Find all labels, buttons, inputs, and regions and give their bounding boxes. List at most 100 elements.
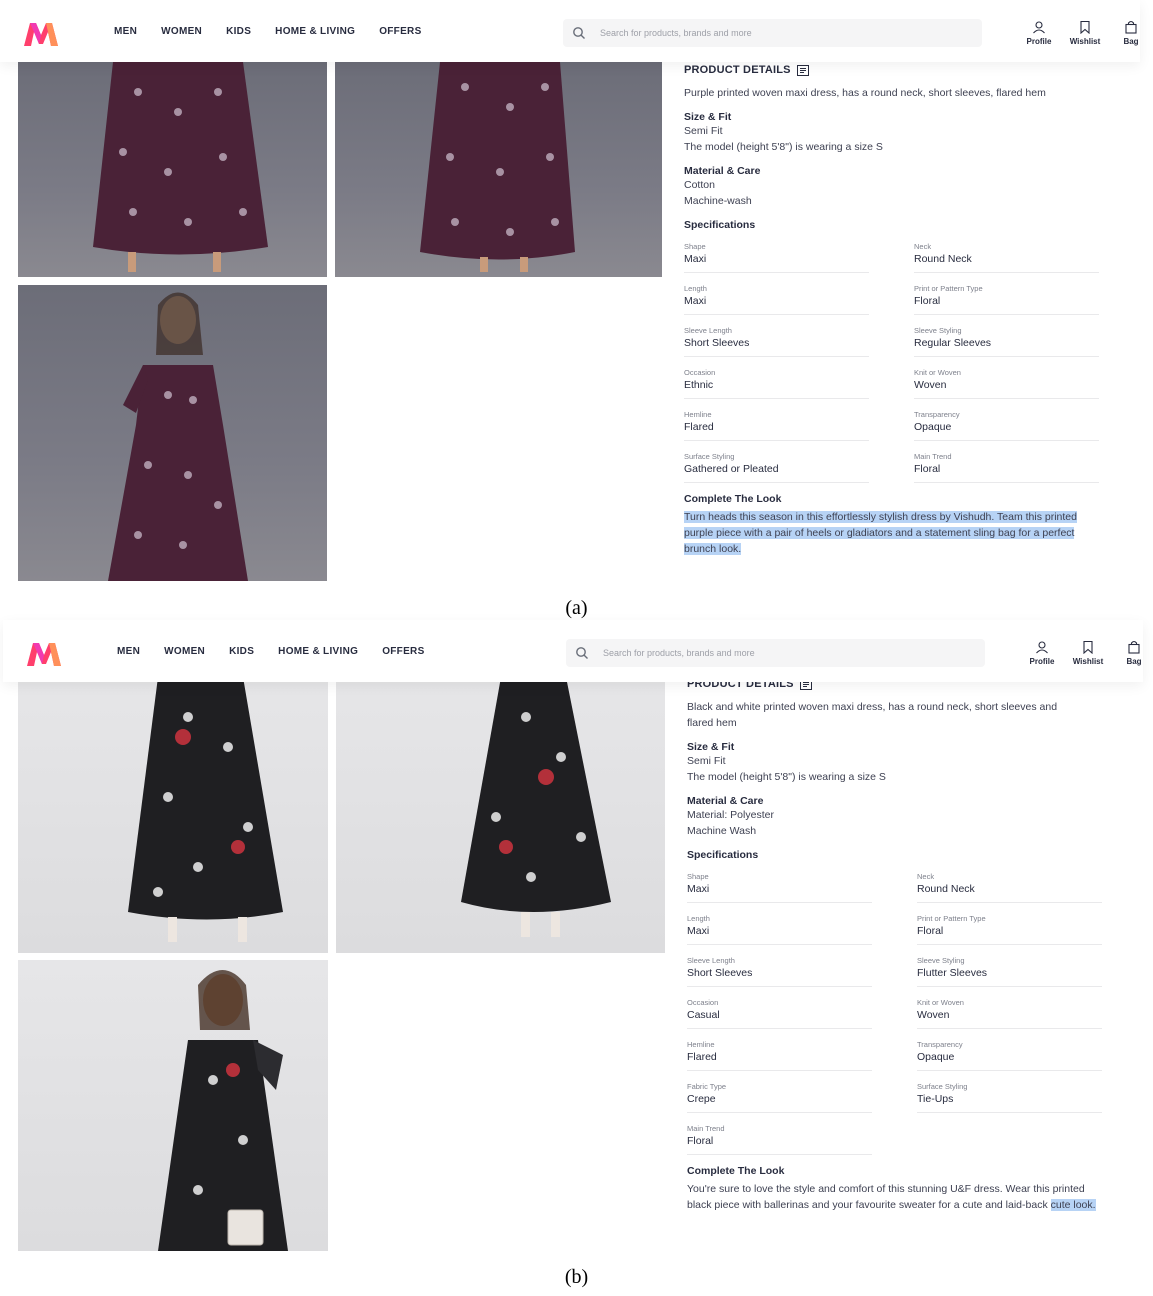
product-description: Purple printed woven maxi dress, has a r… [684,87,1046,99]
complete-look-text: Turn heads this season in this effortles… [684,509,1084,557]
spec-value: Tie-Ups [917,1093,954,1105]
spec-key: Shape [687,872,709,881]
nav-offers[interactable]: OFFERS [382,646,424,657]
material-care-title: Material & Care [684,165,761,177]
material-line-2: Machine Wash [687,825,757,837]
size-fit-line-1: Semi Fit [687,755,726,767]
spec-item: Sleeve Length Short Sleeves [687,953,872,987]
spec-item: Surface Styling Tie-Ups [917,1079,1102,1113]
spec-value: Opaque [914,421,952,433]
complete-look-highlighted: Turn heads this season in this effortles… [684,511,1077,555]
wishlist-button[interactable]: Wishlist [1065,640,1111,666]
spec-value: Round Neck [914,253,972,265]
spec-item: Main Trend Floral [914,449,1099,483]
nav-home-living[interactable]: HOME & LIVING [278,646,358,657]
myntra-logo[interactable] [25,640,63,668]
search-placeholder: Search for products, brands and more [600,28,752,38]
spec-value: Casual [687,1009,720,1021]
nav-men[interactable]: MEN [114,26,137,37]
spec-item: Surface Styling Gathered or Pleated [684,449,869,483]
spec-key: Neck [917,872,935,881]
spec-value: Short Sleeves [684,337,750,349]
wishlist-label: Wishlist [1072,657,1104,666]
spec-value: Flared [684,421,714,433]
screenshot-a: MEN WOMEN KIDS HOME & LIVING OFFERS Sear… [0,0,1153,630]
complete-look-text: You're sure to love the style and comfor… [687,1181,1097,1213]
material-line-1: Material: Polyester [687,809,774,821]
spec-value: Gathered or Pleated [684,463,779,475]
spec-item: Transparency Opaque [914,407,1099,441]
product-image-2[interactable] [336,677,665,953]
spec-key: Transparency [914,410,960,419]
product-image-3[interactable] [18,960,328,1251]
complete-look-title: Complete The Look [687,1165,785,1177]
header-actions: Profile Wishlist Bag [1019,640,1153,666]
spec-key: Occasion [687,998,719,1007]
nav-kids[interactable]: KIDS [229,646,254,657]
spec-value: Maxi [684,253,707,265]
spec-key: Length [687,914,710,923]
wishlist-button[interactable]: Wishlist [1062,20,1108,46]
profile-icon [1033,21,1045,34]
profile-icon [1036,641,1048,654]
nav-women[interactable]: WOMEN [161,26,202,37]
spec-value: Round Neck [917,883,975,895]
search-input[interactable]: Search for products, brands and more [566,639,985,667]
spec-item: Length Maxi [687,911,872,945]
spec-value: Floral [914,463,941,475]
spec-value: Floral [917,925,944,937]
material-line-1: Cotton [684,179,715,191]
complete-look-highlighted: cute look. [1050,1199,1096,1211]
product-image-3[interactable] [18,285,327,581]
nav-home-living[interactable]: HOME & LIVING [275,26,355,37]
dress-skirt-illustration [93,62,268,272]
size-fit-line-2: The model (height 5'8") is wearing a siz… [687,771,886,783]
product-details-panel: PRODUCT DETAILS Purple printed woven max… [684,64,1104,557]
bookmark-icon [1083,640,1093,654]
material-line-2: Machine-wash [684,195,752,207]
spec-item: Length Maxi [684,281,869,315]
product-image-1[interactable] [18,677,328,953]
main-nav: MEN WOMEN KIDS HOME & LIVING OFFERS [114,0,446,62]
spec-key: Hemline [684,410,712,419]
spec-item: Occasion Casual [687,995,872,1029]
bag-button[interactable]: Bag [1111,640,1153,666]
bag-label: Bag [1123,37,1139,46]
bag-label: Bag [1126,657,1142,666]
model-illustration [108,292,248,581]
spec-value: Flared [687,1051,717,1063]
spec-key: Surface Styling [684,452,735,461]
spec-item: Sleeve Styling Regular Sleeves [914,323,1099,357]
spec-item: Fabric Type Crepe [687,1079,872,1113]
product-image-1[interactable] [18,62,327,277]
spec-item: Shape Maxi [687,869,872,903]
spec-value: Maxi [684,295,707,307]
wishlist-label: Wishlist [1069,37,1101,46]
nav-kids[interactable]: KIDS [226,26,251,37]
profile-label: Profile [1026,37,1052,46]
caption-a: (a) [565,597,588,619]
spec-value: Floral [914,295,941,307]
bookmark-icon [1080,20,1090,34]
nav-men[interactable]: MEN [117,646,140,657]
spec-key: Main Trend [914,452,952,461]
spec-item: Shape Maxi [684,239,869,273]
specifications-title: Specifications [687,849,759,861]
bag-button[interactable]: Bag [1108,20,1153,46]
product-image-2[interactable] [335,62,662,277]
material-care-title: Material & Care [687,795,764,807]
bag-icon [1125,20,1137,34]
size-fit-line-2: The model (height 5'8") is wearing a siz… [684,141,883,153]
spec-item: Main Trend Floral [687,1121,872,1155]
nav-offers[interactable]: OFFERS [379,26,421,37]
spec-item: Hemline Flared [687,1037,872,1071]
spec-value: Maxi [687,925,710,937]
spec-key: Sleeve Styling [917,956,965,965]
nav-women[interactable]: WOMEN [164,646,205,657]
profile-label: Profile [1029,657,1055,666]
spec-key: Sleeve Length [684,326,732,335]
profile-button[interactable]: Profile [1016,20,1062,46]
search-input[interactable]: Search for products, brands and more [563,19,982,47]
myntra-logo[interactable] [22,20,60,48]
profile-button[interactable]: Profile [1019,640,1065,666]
